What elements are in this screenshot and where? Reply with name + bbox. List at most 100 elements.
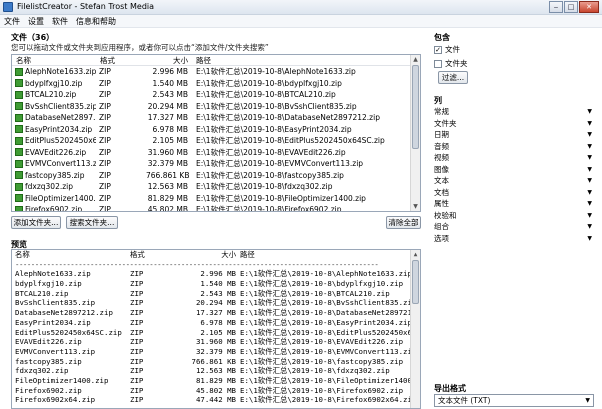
table-row[interactable]: EasyPrint2034.zip ZIP 6.978 MB E:\1软件汇总\201…	[12, 124, 420, 136]
zip-file-icon	[15, 205, 23, 211]
file-size: 12.563 MB	[147, 182, 188, 192]
table-row[interactable]: FileOptimizer1400.zipZIP 81.829 MB E:\1软件汇…	[12, 193, 420, 205]
file-path: E:\1软件汇总\2019-10-8\bdyplfxgj10.zip	[196, 78, 342, 88]
chevron-down-icon[interactable]: ▼	[587, 200, 592, 207]
filter-button[interactable]: 过滤...	[438, 71, 468, 84]
chevron-down-icon[interactable]: ▼	[585, 395, 590, 406]
file-list[interactable]: 名称 格式 大小 路径 AlephNote1633.zip ZIP 2.996 MB…	[11, 54, 421, 212]
zip-file-icon	[15, 102, 23, 111]
chevron-down-icon[interactable]: ▼	[587, 189, 592, 196]
preview-scroll-up-icon[interactable]: ▲	[411, 250, 420, 259]
file-path: E:\1软件汇总\2019-10-8\FileOptimizer1400.zip	[196, 193, 366, 203]
preview-path: E:\1软件汇总\2019-10-8\EasyPrint2034.zip	[240, 317, 412, 327]
column-group-item[interactable]: 选项 ▼	[434, 233, 592, 244]
zip-file-icon	[15, 125, 23, 134]
preview-path: E:\1软件汇总\2019-10-8\EVMVConvert113.zip	[240, 346, 415, 356]
preview-header-size: 大小	[221, 250, 236, 259]
preview-line: EditPlus5202450x64SC.zip ZIP 2.105 MB E:\1软…	[12, 328, 420, 338]
files-hint: 您可以拖动文件或文件夹到应用程序，或者你可以点击“添加文件/文件夹搜索”	[11, 43, 269, 52]
chevron-down-icon[interactable]: ▼	[587, 223, 592, 230]
add-folder-button[interactable]: 添加文件夹...	[11, 216, 61, 229]
file-name: bdyplfxgj10.zip	[25, 78, 83, 88]
chevron-down-icon[interactable]: ▼	[587, 120, 592, 127]
column-group-item[interactable]: 文档 ▼	[434, 187, 592, 198]
preview-text[interactable]: 名称 格式 大小 路径 ----------------------------…	[11, 249, 421, 409]
column-header-path[interactable]: 路径	[192, 55, 392, 65]
chevron-down-icon[interactable]: ▼	[587, 166, 592, 173]
file-size: 31.960 MB	[147, 147, 188, 157]
clear-all-button[interactable]: 清除全部	[386, 216, 421, 229]
file-list-scrollbar[interactable]: ▲ ▼	[410, 55, 420, 211]
chevron-down-icon[interactable]: ▼	[587, 108, 592, 115]
close-icon[interactable]: ✕	[579, 1, 599, 13]
column-group-item[interactable]: 日期 ▼	[434, 129, 592, 140]
include-files-checkbox[interactable]: ✓ 文件	[434, 44, 460, 55]
checkbox-checked-icon[interactable]: ✓	[434, 45, 442, 54]
file-path: E:\1软件汇总\2019-10-8\DatabaseNet2897212.zi…	[196, 113, 380, 123]
file-name-cell: DatabaseNet2897…	[12, 113, 96, 122]
preview-name: FileOptimizer1400.zip	[15, 375, 109, 385]
table-row[interactable]: BTCAL210.zip ZIP 2.543 MB E:\1软件汇总\2019-10-…	[12, 89, 420, 101]
table-row[interactable]: bdyplfxgj10.zip ZIP 1.540 MB E:\1软件汇总\2019-…	[12, 78, 420, 90]
file-size: 32.379 MB	[147, 159, 188, 169]
checkbox-unchecked-icon[interactable]	[434, 59, 442, 68]
column-group-item[interactable]: 图像 ▼	[434, 164, 592, 175]
window-title: FilelistCreator - Stefan Trost Media	[17, 2, 155, 11]
column-group-item[interactable]: 组合 ▼	[434, 221, 592, 232]
table-row[interactable]: EVAVEdit226.zip ZIP 31.960 MB E:\1软件汇总\2019…	[12, 147, 420, 159]
maximize-icon[interactable]: □	[564, 1, 578, 13]
chevron-down-icon[interactable]: ▼	[587, 154, 592, 161]
zip-file-icon	[15, 136, 23, 145]
chevron-down-icon[interactable]: ▼	[587, 235, 592, 242]
table-row[interactable]: fdxzq302.zip ZIP 12.563 MB E:\1软件汇总\2019-10…	[12, 181, 420, 193]
scroll-up-icon[interactable]: ▲	[411, 55, 420, 64]
column-header-format[interactable]: 格式	[96, 55, 146, 65]
preview-header-path: 路径	[240, 250, 255, 259]
column-group-item[interactable]: 视频 ▼	[434, 152, 592, 163]
preview-name: bdyplfxgj10.zip	[15, 279, 82, 289]
table-row[interactable]: BvSshClient835.zip ZIP 20.294 MB E:\1软件汇总\2…	[12, 101, 420, 113]
preview-line: fdxzq302.zip ZIP 12.563 MB E:\1软件汇总\2019-10…	[12, 366, 420, 376]
include-folders-checkbox[interactable]: 文件夹	[434, 58, 468, 69]
scroll-down-icon[interactable]: ▼	[411, 202, 420, 211]
menu-software[interactable]: 软件	[52, 16, 68, 27]
export-format-select[interactable]: 文本文件 (TXT) ▼	[434, 394, 594, 407]
scroll-thumb[interactable]	[412, 65, 419, 149]
column-group-item[interactable]: 校验和 ▼	[434, 210, 592, 221]
file-list-rows: AlephNote1633.zip ZIP 2.996 MB E:\1软件汇总\201…	[12, 66, 420, 211]
table-row[interactable]: EditPlus5202450x64…ZIP 2.105 MB E:\1软件汇总\2…	[12, 135, 420, 147]
zip-file-icon	[15, 159, 23, 168]
table-row[interactable]: fastcopy385.zip ZIP 766.861 KB E:\1软件汇总\201…	[12, 170, 420, 182]
column-group-item[interactable]: 文本 ▼	[434, 175, 592, 186]
preview-name: BvSshClient835.zip	[15, 298, 96, 308]
chevron-down-icon[interactable]: ▼	[587, 131, 592, 138]
table-row[interactable]: Firefox6902.zip ZIP 45.802 MB E:\1软件汇总\2019…	[12, 204, 420, 211]
chevron-down-icon[interactable]: ▼	[587, 143, 592, 150]
table-row[interactable]: AlephNote1633.zip ZIP 2.996 MB E:\1软件汇总\201…	[12, 66, 420, 78]
file-format: ZIP	[99, 170, 111, 180]
column-group-item[interactable]: 文件夹 ▼	[434, 118, 592, 129]
preview-line: bdyplfxgj10.zip ZIP 1.540 MB E:\1软件汇总\2019-…	[12, 279, 420, 289]
column-group-item[interactable]: 音频 ▼	[434, 141, 592, 152]
search-folder-button[interactable]: 搜索文件夹...	[66, 216, 118, 229]
menu-help[interactable]: 信息和帮助	[76, 16, 116, 27]
column-group-item[interactable]: 属性 ▼	[434, 198, 592, 209]
table-row[interactable]: EVMVConvert113.zip ZIP 32.379 MB E:\1软件汇总\2…	[12, 158, 420, 170]
column-group-label: 文本	[434, 176, 449, 185]
column-group-item[interactable]: 常规 ▼	[434, 106, 592, 117]
preview-scrollbar[interactable]: ▲	[410, 250, 420, 408]
window-controls: ‒ □ ✕	[548, 1, 599, 13]
preview-size: 2.543 MB	[200, 288, 236, 298]
chevron-down-icon[interactable]: ▼	[587, 212, 592, 219]
table-row[interactable]: DatabaseNet2897… ZIP 17.327 MB E:\1软件汇总\201…	[12, 112, 420, 124]
column-group-label: 选项	[434, 233, 449, 243]
preview-scroll-thumb[interactable]	[412, 260, 419, 304]
menu-settings[interactable]: 设置	[28, 16, 44, 27]
chevron-down-icon[interactable]: ▼	[587, 177, 592, 184]
minimize-icon[interactable]: ‒	[549, 1, 563, 13]
column-header-size[interactable]: 大小	[146, 55, 192, 65]
menu-file[interactable]: 文件	[4, 16, 20, 27]
file-name: EditPlus5202450x64…	[25, 136, 96, 146]
column-header-name[interactable]: 名称	[12, 55, 96, 65]
zip-file-icon	[15, 182, 23, 191]
